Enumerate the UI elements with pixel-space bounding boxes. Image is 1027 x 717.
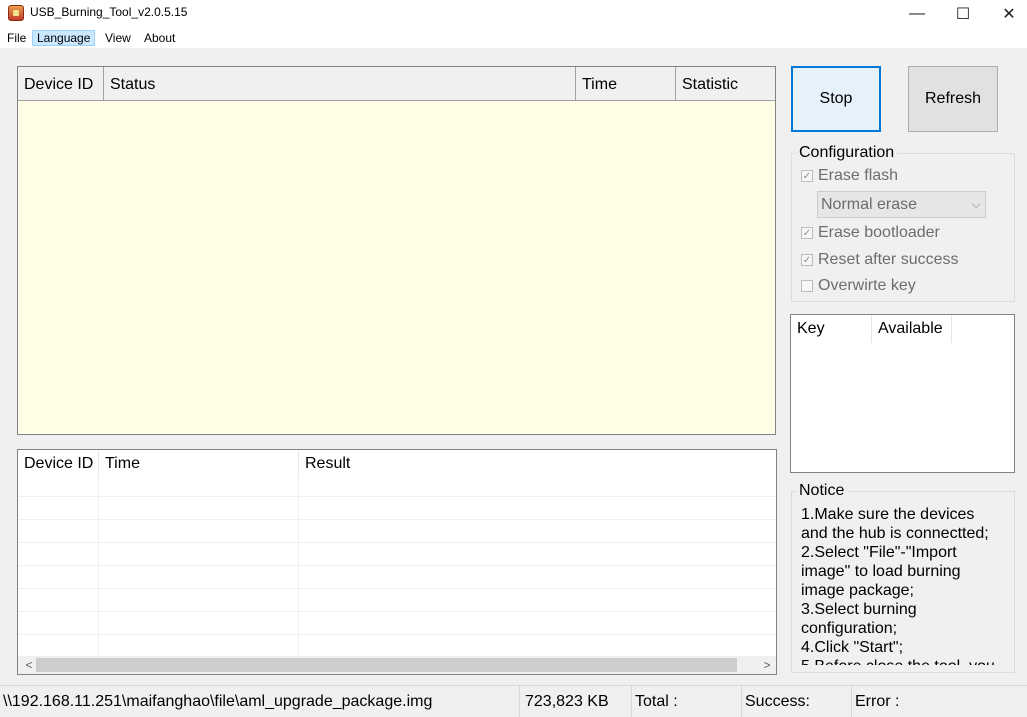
configuration-title: Configuration xyxy=(796,144,898,162)
overwrite-key-label: Overwirte key xyxy=(818,277,916,294)
column-status[interactable]: Status xyxy=(104,67,576,101)
table-row[interactable] xyxy=(18,566,776,589)
checkbox-checked-icon: ✓ xyxy=(801,254,813,266)
image-size: 723,823 KB xyxy=(520,686,632,717)
table-cell xyxy=(99,635,299,657)
table-cell xyxy=(18,520,99,542)
horizontal-scrollbar[interactable]: < > xyxy=(18,656,776,674)
table-row[interactable] xyxy=(18,497,776,520)
maximize-button[interactable]: ☐ xyxy=(940,0,986,28)
table-cell xyxy=(99,589,299,611)
erase-flash-label: Erase flash xyxy=(818,167,899,184)
window-title: USB_Burning_Tool_v2.0.5.15 xyxy=(30,5,188,19)
notice-title: Notice xyxy=(796,482,848,500)
total-count: Total : xyxy=(632,686,742,717)
erase-mode-value: Normal erase xyxy=(821,196,918,213)
checkbox-checked-icon: ✓ xyxy=(801,170,813,182)
scroll-right-icon[interactable]: > xyxy=(760,656,774,674)
scroll-left-icon[interactable]: < xyxy=(22,656,36,674)
table-row[interactable] xyxy=(18,612,776,635)
table-cell xyxy=(18,543,99,565)
column-available[interactable]: Available xyxy=(872,315,952,343)
notice-line: 4.Click "Start"; xyxy=(801,639,904,656)
table-cell xyxy=(18,566,99,588)
table-cell xyxy=(18,474,99,496)
notice-text: 1.Make sure the devices and the hub is c… xyxy=(801,505,1006,665)
column-device-id[interactable]: Device ID xyxy=(18,67,104,101)
notice-line: 5.Before close the tool, you xyxy=(801,657,1006,665)
column-statistic[interactable]: Statistic xyxy=(676,67,775,101)
table-cell xyxy=(18,497,99,519)
key-table[interactable]: Key Available xyxy=(790,314,1015,473)
erase-mode-select[interactable]: Normal erase ⌵ xyxy=(817,191,986,218)
menu-file[interactable]: File xyxy=(3,30,30,46)
overwrite-key-checkbox[interactable]: Overwirte key xyxy=(801,276,916,296)
result-table[interactable]: Device ID Time Result < > xyxy=(17,449,777,675)
table-row[interactable] xyxy=(18,520,776,543)
erase-flash-checkbox[interactable]: ✓ Erase flash xyxy=(801,166,898,186)
table-cell xyxy=(18,589,99,611)
table-cell xyxy=(99,474,299,496)
image-path: \\192.168.11.251\maifanghao\file\aml_upg… xyxy=(0,686,520,717)
notice-line: and the hub is connectted; xyxy=(801,525,989,542)
notice-line: 2.Select "File"-"Import xyxy=(801,544,957,561)
notice-line: image package; xyxy=(801,582,914,599)
device-table-header: Device ID Status Time Statistic xyxy=(18,67,775,101)
checkbox-checked-icon: ✓ xyxy=(801,227,813,239)
notice-line: 1.Make sure the devices xyxy=(801,506,975,523)
error-count: Error : xyxy=(855,693,900,710)
table-cell xyxy=(18,612,99,634)
scrollbar-thumb[interactable] xyxy=(36,658,737,672)
notice-line: configuration; xyxy=(801,620,898,637)
table-cell xyxy=(99,543,299,565)
erase-bootloader-checkbox[interactable]: ✓ Erase bootloader xyxy=(801,223,940,243)
app-icon xyxy=(8,5,24,21)
table-cell xyxy=(18,635,99,657)
menu-view[interactable]: View xyxy=(101,30,135,46)
table-row[interactable] xyxy=(18,543,776,566)
table-row[interactable] xyxy=(18,635,776,658)
checkbox-unchecked-icon xyxy=(801,280,813,292)
column-key[interactable]: Key xyxy=(791,315,872,343)
refresh-button[interactable]: Refresh xyxy=(908,66,998,132)
success-count: Success: xyxy=(742,686,852,717)
menu-language[interactable]: Language xyxy=(32,30,96,46)
reset-after-success-checkbox[interactable]: ✓ Reset after success xyxy=(801,250,959,270)
table-cell xyxy=(99,497,299,519)
table-cell xyxy=(99,520,299,542)
erase-bootloader-label: Erase bootloader xyxy=(818,224,940,241)
notice-line: image" to load burning xyxy=(801,563,961,580)
reset-after-success-label: Reset after success xyxy=(818,251,959,268)
table-row[interactable] xyxy=(18,474,776,497)
table-cell xyxy=(99,612,299,634)
minimize-button[interactable]: — xyxy=(894,0,940,28)
table-cell xyxy=(99,566,299,588)
notice-line: 3.Select burning xyxy=(801,601,917,618)
status-bar: \\192.168.11.251\maifanghao\file\aml_upg… xyxy=(0,685,1027,717)
device-table[interactable]: Device ID Status Time Statistic xyxy=(17,66,776,435)
stop-button[interactable]: Stop xyxy=(791,66,881,132)
menu-about[interactable]: About xyxy=(140,30,179,46)
table-row[interactable] xyxy=(18,589,776,612)
title-bar: USB_Burning_Tool_v2.0.5.15 — ☐ ✕ xyxy=(0,0,1027,28)
chevron-down-icon: ⌵ xyxy=(971,197,981,211)
close-button[interactable]: ✕ xyxy=(986,0,1027,28)
menu-bar: File Language View About xyxy=(0,28,1027,48)
column-time[interactable]: Time xyxy=(576,67,676,101)
